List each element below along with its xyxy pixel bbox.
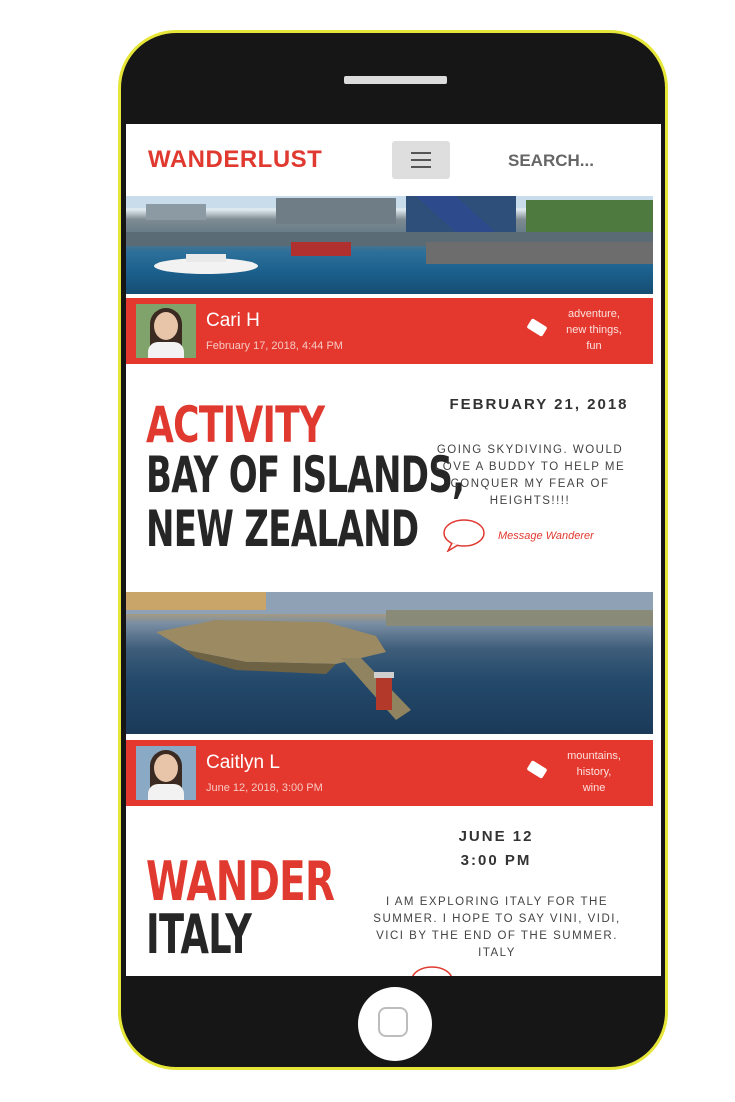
avatar-face — [154, 312, 178, 340]
post-description: GOING SKYDIVING. WOULD LOVE A BUDDY TO H… — [434, 444, 626, 507]
tag-item[interactable]: wine — [550, 780, 638, 796]
search-input[interactable]: SEARCH... — [508, 151, 594, 171]
post-user-bar: Caitlyn L June 12, 2018, 3:00 PM mountai… — [126, 740, 653, 806]
user-name[interactable]: Caitlyn L — [206, 752, 280, 774]
speech-bubble-icon[interactable] — [410, 964, 460, 976]
user-name[interactable]: Cari H — [206, 310, 260, 332]
tag-icon — [526, 318, 548, 337]
avatar-shirt — [148, 342, 184, 358]
speech-bubble-icon — [443, 519, 485, 552]
post-location: BAY OF ISLANDS, NEW ZEALAND — [146, 446, 465, 558]
tag-item[interactable]: history, — [550, 764, 638, 780]
post-date: FEBRUARY 21, 2018 — [449, 396, 629, 413]
tag-item[interactable]: adventure, — [550, 306, 638, 322]
tag-item[interactable]: fun — [550, 338, 638, 354]
tag-icon — [526, 760, 548, 779]
post-date: JUNE 12 — [458, 828, 534, 845]
avatar-face — [154, 754, 178, 782]
message-wanderer-label: Message Wanderer — [498, 530, 594, 542]
avatar[interactable] — [136, 304, 196, 358]
post-hero-image — [126, 196, 653, 294]
avatar[interactable] — [136, 746, 196, 800]
post-location: ITALY — [146, 903, 252, 966]
app-header: WANDERLUST SEARCH... — [126, 124, 661, 196]
avatar-shirt — [148, 784, 184, 800]
post-user-bar: Cari H February 17, 2018, 4:44 PM advent… — [126, 298, 653, 364]
post-content: ACTIVITY BAY OF ISLANDS, NEW ZEALAND FEB… — [126, 364, 661, 592]
tag-item[interactable]: mountains, — [550, 748, 638, 764]
phone-screen: WANDERLUST SEARCH... Cari H February 17,… — [126, 124, 661, 976]
menu-button[interactable] — [392, 141, 450, 179]
menu-icon — [411, 152, 431, 154]
post-tags: adventure, new things, fun — [550, 306, 638, 354]
home-button[interactable] — [358, 987, 432, 1061]
home-button-icon — [378, 1007, 408, 1037]
post-hero-image — [126, 592, 653, 734]
post-timestamp: June 12, 2018, 3:00 PM — [206, 782, 323, 794]
menu-icon-bar — [411, 159, 431, 161]
post-description: I AM EXPLORING ITALY FOR THE SUMMER. I H… — [373, 896, 621, 959]
post-tags: mountains, history, wine — [550, 748, 638, 796]
tag-item[interactable]: new things, — [550, 322, 638, 338]
post-content: WANDER ITALY JUNE 12 3:00 PM I AM EXPLOR… — [126, 806, 661, 976]
location-line: BAY OF ISLANDS, — [146, 446, 465, 504]
app-logo[interactable]: WANDERLUST — [148, 146, 322, 174]
post-timestamp: February 17, 2018, 4:44 PM — [206, 340, 343, 352]
phone-speaker — [344, 76, 447, 84]
location-line: NEW ZEALAND — [146, 500, 419, 558]
location-line: ITALY — [146, 903, 252, 966]
harbor-image — [126, 196, 653, 274]
post-time: 3:00 PM — [460, 852, 532, 869]
coastal-fort-image — [126, 592, 653, 720]
message-wanderer-button[interactable]: Message Wanderer — [442, 518, 612, 558]
menu-icon-bar — [411, 166, 431, 168]
